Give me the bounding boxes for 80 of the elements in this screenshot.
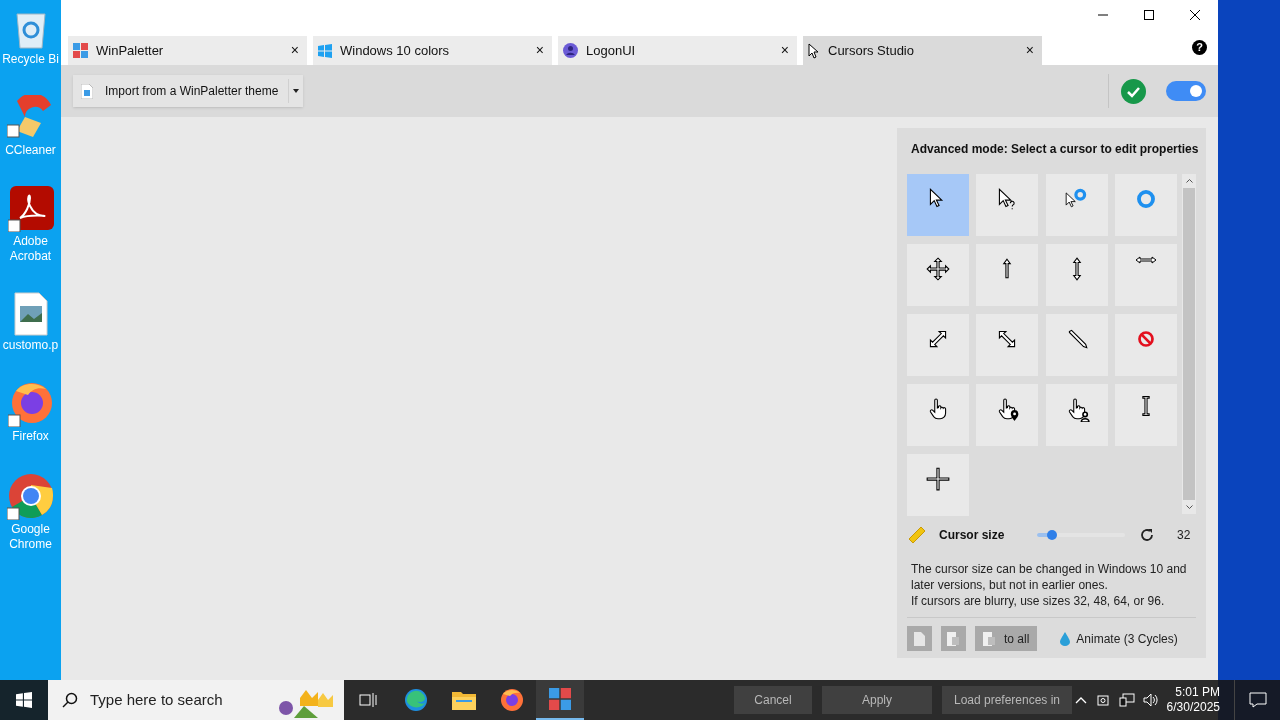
chevron-up-icon[interactable] (1074, 696, 1087, 704)
copy-button[interactable] (941, 626, 966, 651)
cursor-tile[interactable] (907, 174, 969, 236)
cursor-tile[interactable] (1114, 244, 1177, 306)
edge-icon (404, 688, 428, 712)
document-icon (81, 83, 93, 99)
cursor-tile[interactable] (1114, 384, 1177, 446)
search-icon (62, 692, 78, 708)
text-cursor-icon (1141, 396, 1150, 416)
animate-label[interactable]: Animate (3 Cycles) (1076, 629, 1178, 648)
cursor-tile[interactable] (907, 454, 969, 516)
maximize-icon (1143, 9, 1155, 21)
close-tab-button[interactable]: × (290, 40, 299, 61)
size-note: The cursor size can be changed in Windows 10 and later versions, but not in earlier ones. If cursors are blurry, use sizes 32, 48, 64, or 96. (907, 561, 1196, 618)
tab[interactable]: WinPaletter × (68, 36, 307, 65)
clock-date[interactable]: 6/30/2025 (1166, 700, 1220, 715)
cursor-tile[interactable] (976, 174, 1039, 236)
cursor-tile[interactable] (976, 314, 1039, 376)
task-view-icon (359, 692, 377, 708)
scroll-down-icon[interactable] (1185, 505, 1193, 509)
windows-logo-icon (16, 692, 32, 708)
clock-time[interactable]: 5:01 PM (1175, 685, 1220, 700)
cursor-tile[interactable] (1114, 174, 1177, 236)
close-tab-button[interactable]: × (1025, 40, 1034, 61)
ruler-icon (907, 525, 927, 545)
caret-icon (293, 89, 300, 93)
scrollbar[interactable] (1182, 174, 1196, 514)
footer-button[interactable]: Load preferences in (942, 686, 1072, 714)
user-icon (563, 43, 578, 58)
move-cursor-icon (925, 256, 951, 282)
windows-logo-icon (318, 43, 332, 58)
page-icon (914, 631, 925, 646)
cursor-tile[interactable] (907, 384, 969, 446)
droplet-icon (1060, 631, 1071, 646)
pages-icon (947, 631, 960, 646)
network-icon[interactable] (1118, 693, 1135, 707)
tab[interactable]: LogonUI × (558, 36, 797, 65)
chrome-icon (6, 472, 55, 520)
pages-icon (983, 631, 996, 646)
footer-button[interactable]: Apply (822, 686, 932, 714)
crosshair-icon (925, 466, 951, 492)
footer-button[interactable]: Cancel (734, 686, 812, 714)
close-tab-button[interactable]: × (780, 40, 789, 61)
close-icon (1189, 9, 1201, 21)
horizontal-resize-icon (1134, 256, 1157, 264)
palette-app-icon (549, 688, 571, 710)
cursor-icon (808, 42, 820, 59)
cursor-tile[interactable] (976, 384, 1039, 446)
taskbar-app[interactable] (536, 680, 584, 720)
cursor-tile[interactable] (976, 244, 1039, 306)
close-tab-button[interactable]: × (535, 40, 544, 61)
cursor-tile[interactable] (1045, 384, 1108, 446)
toggle-switch[interactable] (1166, 81, 1206, 101)
panel-title: Advanced mode: Select a cursor to edit properties (910, 141, 1196, 158)
camera-icon[interactable] (1096, 693, 1111, 707)
cursor-tile[interactable] (1114, 314, 1177, 376)
palette-app-icon (73, 43, 88, 58)
cursor-tile[interactable] (907, 314, 969, 376)
folder-icon (452, 690, 476, 710)
pdf-icon (7, 186, 54, 232)
image-file-icon (13, 292, 48, 336)
cursor-tile[interactable] (907, 244, 969, 306)
reset-icon[interactable] (1140, 528, 1154, 542)
firefox-icon (7, 381, 54, 427)
notification-icon (1248, 692, 1267, 708)
cursor-tile[interactable] (1045, 174, 1108, 236)
tab[interactable]: Cursors Studio × (803, 36, 1042, 65)
search-field[interactable]: Type here to search (48, 680, 344, 720)
cursor-size-value: 32 (1177, 527, 1191, 544)
tab[interactable]: Windows 10 colors × (313, 36, 552, 65)
check-icon (1121, 78, 1146, 104)
cursor-tile[interactable] (1045, 314, 1108, 376)
speaker-icon[interactable] (1142, 693, 1159, 707)
scroll-up-icon[interactable] (1185, 179, 1193, 183)
cursor-tile[interactable] (1045, 244, 1108, 306)
apply-to-all-button[interactable]: to all (975, 626, 1038, 651)
slider-thumb[interactable] (1046, 530, 1057, 540)
cursor-size-label: Cursor size (939, 527, 1006, 544)
help-button[interactable]: ? (1192, 40, 1207, 55)
firefox-icon (500, 688, 524, 712)
